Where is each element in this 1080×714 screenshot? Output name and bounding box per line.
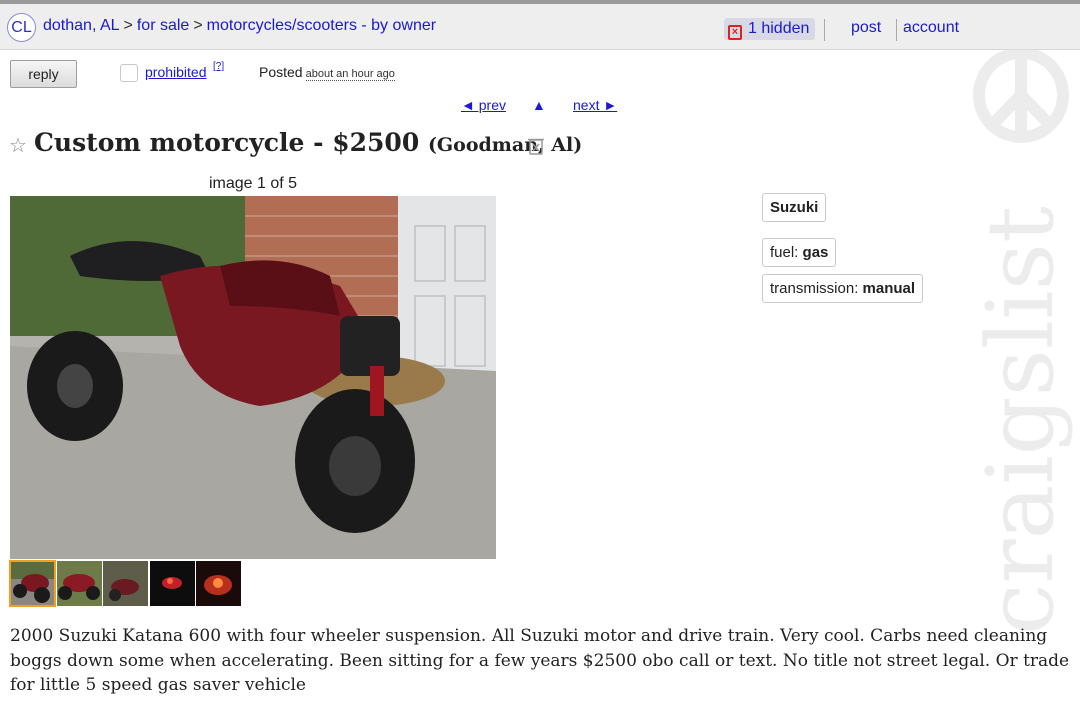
attr-transmission-value: manual <box>862 280 916 297</box>
posting-location: (Goodman, Al) <box>427 134 583 156</box>
thumbnail-image <box>57 561 102 606</box>
divider <box>824 19 825 41</box>
hidden-posts-button[interactable]: × 1 hidden <box>724 18 816 40</box>
posting-title: Custom motorcycle - $2500 (Goodman, Al) <box>34 128 583 157</box>
flag-prohibited-checkbox[interactable] <box>120 64 138 82</box>
breadcrumb-city[interactable]: dothan, AL <box>43 17 120 34</box>
image-counter: image 1 of 5 <box>208 175 298 192</box>
trash-hide-icon: × <box>728 25 742 40</box>
site-header: CL dothan, AL > for sale > motorcycles/scoot… <box>0 0 1080 50</box>
breadcrumb-category[interactable]: for sale <box>137 17 189 34</box>
attr-make: Suzuki <box>762 193 827 222</box>
post-link[interactable]: post <box>851 19 881 37</box>
thumbnail-1[interactable] <box>9 560 56 607</box>
hide-posting-icon[interactable] <box>528 137 544 155</box>
thumbnail-3[interactable] <box>103 561 148 606</box>
craigslist-watermark: craigslist <box>967 50 1074 635</box>
motorcycle-photo <box>10 196 496 559</box>
posting-body: 2000 Suzuki Katana 600 with four wheeler… <box>10 626 1070 695</box>
prohibited-help-link[interactable]: [?] <box>213 61 224 72</box>
main-posting-image[interactable] <box>10 196 496 559</box>
breadcrumb-separator: > <box>123 17 133 34</box>
thumbnail-4[interactable] <box>150 561 195 606</box>
posted-label: Posted <box>259 64 303 80</box>
breadcrumb-separator: > <box>193 17 203 34</box>
thumbnail-2[interactable] <box>57 561 102 606</box>
divider <box>896 19 897 41</box>
watermark-text: craigslist <box>967 206 1074 635</box>
hidden-count-label: 1 hidden <box>748 20 810 37</box>
breadcrumb-subcategory[interactable]: motorcycles/scooters - by owner <box>207 17 436 34</box>
prev-posting-link[interactable]: ◄ prev <box>461 97 506 113</box>
next-posting-link[interactable]: next ► <box>573 97 617 113</box>
craigslist-logo[interactable]: CL <box>7 13 36 42</box>
thumbnail-image <box>150 561 195 606</box>
reply-button[interactable]: reply <box>10 60 77 88</box>
attr-make-value: Suzuki <box>770 199 819 216</box>
attr-fuel: fuel: gas <box>762 238 837 267</box>
attr-fuel-value: gas <box>802 244 829 261</box>
attr-fuel-label: fuel: <box>770 244 799 261</box>
breadcrumb: dothan, AL > for sale > motorcycles/scooters… <box>43 17 436 35</box>
prohibited-link[interactable]: prohibited <box>145 64 207 80</box>
account-link[interactable]: account <box>903 19 959 37</box>
thumbnail-image <box>10 561 55 606</box>
favorite-star-icon[interactable]: ☆ <box>9 133 27 158</box>
posted-time: about an hour ago <box>305 68 395 81</box>
posted-info: Posted about an hour ago <box>259 64 395 81</box>
thumbnail-image <box>103 561 148 606</box>
attr-transmission: transmission: manual <box>762 274 924 303</box>
posting-title-text: Custom motorcycle <box>34 128 305 157</box>
back-to-search-link[interactable]: ▲ <box>532 97 546 113</box>
attr-transmission-label: transmission: <box>770 280 859 297</box>
thumbnail-image <box>196 561 241 606</box>
thumbnail-5[interactable] <box>196 561 241 606</box>
posting-price: $2500 <box>332 128 420 157</box>
